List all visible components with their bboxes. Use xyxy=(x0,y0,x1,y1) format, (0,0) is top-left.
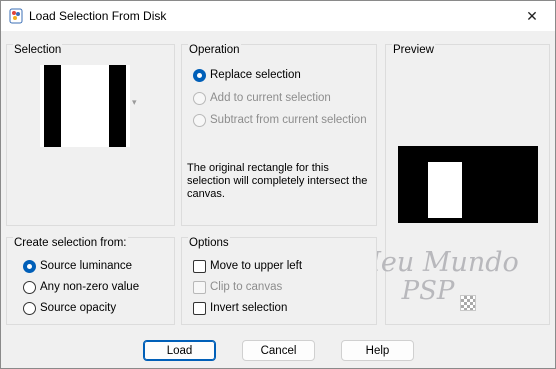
radio-replace-selection[interactable]: Replace selection xyxy=(193,67,301,83)
radio-label: Add to current selection xyxy=(210,92,331,104)
checkbox[interactable] xyxy=(193,259,206,273)
paintshop-app-icon xyxy=(9,8,23,24)
selection-group-label: Selection xyxy=(13,44,63,56)
title-bar: Load Selection From Disk ✕ xyxy=(1,1,555,31)
window-title: Load Selection From Disk xyxy=(29,9,167,23)
checkbox-invert-selection[interactable]: Invert selection xyxy=(193,300,287,316)
checkbox-move-upper-left[interactable]: Move to upper left xyxy=(193,258,302,274)
radio-button[interactable] xyxy=(23,301,36,315)
radio-source-luminance[interactable]: Source luminance xyxy=(23,258,132,274)
radio-button[interactable] xyxy=(193,68,206,82)
preview-group-label: Preview xyxy=(392,44,435,56)
radio-button[interactable] xyxy=(193,113,206,127)
radio-label: Any non-zero value xyxy=(40,281,140,293)
create-from-group: Create selection from: Source luminance … xyxy=(6,237,175,325)
preview-group: Preview Meu Mundo PSP xyxy=(353,44,550,325)
radio-label: Subtract from current selection xyxy=(210,114,367,126)
radio-source-opacity[interactable]: Source opacity xyxy=(23,300,116,316)
radio-add-to-selection[interactable]: Add to current selection xyxy=(193,90,331,106)
radio-any-non-zero[interactable]: Any non-zero value xyxy=(23,279,139,295)
operation-group-label: Operation xyxy=(188,44,241,56)
selection-thumbnail xyxy=(44,65,126,147)
operation-message: The original rectangle for this selectio… xyxy=(187,162,368,200)
preview-canvas xyxy=(398,146,538,223)
radio-label: Source opacity xyxy=(40,302,117,314)
preview-selection-rect xyxy=(428,162,462,218)
checkbox-label: Clip to canvas xyxy=(210,281,283,293)
radio-button[interactable] xyxy=(23,280,36,294)
selection-group: Selection ▾ xyxy=(6,44,175,226)
cancel-button[interactable]: Cancel xyxy=(242,340,315,361)
operation-group: Operation Replace selection Add to curre… xyxy=(181,44,377,226)
help-button[interactable]: Help xyxy=(341,340,414,361)
radio-label: Replace selection xyxy=(210,69,301,81)
checkbox-label: Move to upper left xyxy=(210,260,303,272)
options-group-label: Options xyxy=(188,237,230,249)
dialog-window: Load Selection From Disk ✕ Selection ▾ O… xyxy=(0,0,556,369)
options-group: Options Move to upper left Clip to canva… xyxy=(181,237,377,325)
load-button[interactable]: Load xyxy=(143,340,216,361)
checkerboard-icon xyxy=(460,295,476,311)
checkbox-label: Invert selection xyxy=(210,302,288,314)
checkbox[interactable] xyxy=(193,280,206,294)
checkbox[interactable] xyxy=(193,301,206,315)
close-button[interactable]: ✕ xyxy=(509,1,555,31)
radio-button[interactable] xyxy=(23,259,36,273)
checkbox-clip-to-canvas[interactable]: Clip to canvas xyxy=(193,279,282,295)
chevron-down-icon[interactable]: ▾ xyxy=(132,97,137,108)
create-from-group-label: Create selection from: xyxy=(13,237,128,249)
radio-subtract-from-selection[interactable]: Subtract from current selection xyxy=(193,112,367,128)
close-icon: ✕ xyxy=(526,7,538,24)
radio-label: Source luminance xyxy=(40,260,133,272)
radio-button[interactable] xyxy=(193,91,206,105)
selection-thumbnail-picker[interactable] xyxy=(40,65,130,147)
